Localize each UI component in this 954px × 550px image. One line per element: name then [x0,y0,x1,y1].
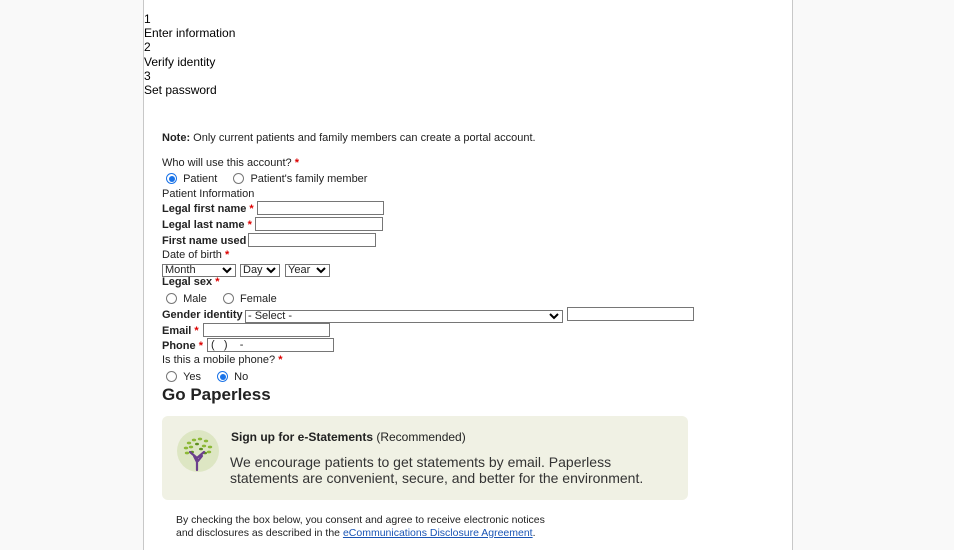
step-number: 1 [144,12,151,26]
gender-label-text: Gender identity [162,309,243,321]
step-label: Enter information [144,26,236,41]
sex-label: Legal sex * [162,276,219,288]
dob-label-text: Date of birth [162,249,222,261]
step-label: Verify identity [144,54,216,69]
chevron-down-icon [222,267,232,274]
required-marker: * [198,340,203,352]
radio-female[interactable] [222,293,234,304]
required-marker: * [247,219,252,231]
e-statements-title: Sign up for e-Statements (Recommended) [231,430,466,444]
first-name-input[interactable] [257,201,384,215]
name-used-input[interactable] [248,233,376,247]
required-marker: * [224,249,230,261]
who-label-text: Who will use this account? [162,157,292,169]
step-label: Set password [144,83,217,98]
ecommunications-agreement-link[interactable]: eCommunications Disclosure Agreement [343,527,533,539]
required-marker: * [278,354,283,366]
radio-patient[interactable] [166,173,177,184]
tree-icon [177,430,219,472]
radio-male[interactable] [166,293,177,304]
required-marker: * [215,276,220,288]
email-input[interactable] [203,323,330,337]
consent-line-2: and disclosures as described in the eCom… [176,527,545,540]
radio-mobile-yes-label[interactable]: Yes [183,371,201,383]
first-name-label: Legal first name * [162,203,254,215]
email-label-text: Email [162,325,192,337]
phone-label-text: Phone [162,340,196,352]
step-number: 2 [144,40,151,55]
sex-options: Male Female [166,293,277,305]
step-number: 3 [144,68,151,83]
who-options: Patient Patient's family member [166,173,367,185]
consent-line-2-prefix: and disclosures as described in the [176,527,343,539]
note-prefix: Note: [162,132,191,144]
last-name-input[interactable] [255,217,383,231]
gender-select[interactable]: - Select - [245,310,563,323]
who-label: Who will use this account? * [162,157,299,169]
radio-mobile-no-label[interactable]: No [234,371,248,383]
dob-month-value: Month [165,264,196,276]
consent-text: By checking the box below, you consent a… [176,514,545,540]
dob-year-select[interactable]: Year [285,264,330,277]
sex-label-text: Legal sex [162,276,213,288]
page-container: 1 Enter information 2 Verify identity 3 … [143,0,793,550]
chevron-down-icon [266,267,276,274]
note-body: Only current patients and family members… [190,132,536,144]
dob-year-value: Year [288,264,311,276]
chevron-down-icon [316,267,326,274]
note-text: Note: Only current patients and family m… [162,132,536,144]
radio-patient-label[interactable]: Patient [183,173,217,185]
gender-other-input[interactable] [567,307,694,321]
section-title: Patient Information [162,188,255,200]
chevron-down-icon [549,313,559,320]
mobile-label: Is this a mobile phone? * [162,354,282,366]
mobile-options: Yes No [166,371,248,383]
consent-line-2-suffix: . [532,527,536,539]
dob-day-select[interactable]: Day [240,264,280,277]
e-statements-body: We encourage patients to get statements … [230,454,644,486]
radio-family-member[interactable] [233,173,245,184]
radio-male-label[interactable]: Male [183,293,207,305]
required-marker: * [249,203,254,215]
phone-label: Phone * [162,340,203,352]
gender-selected-value: - Select - [248,310,293,322]
dob-day-value: Day [243,264,263,276]
radio-mobile-no[interactable] [217,371,229,382]
radio-family-member-label[interactable]: Patient's family member [250,173,367,185]
radio-mobile-yes[interactable] [166,371,177,382]
radio-female-label[interactable]: Female [240,293,277,305]
consent-line-1: By checking the box below, you consent a… [176,514,545,526]
required-marker: * [194,325,199,337]
phone-input[interactable]: ( ) - [207,338,334,352]
mobile-label-text: Is this a mobile phone? [162,354,276,366]
last-name-label-text: Legal last name [162,219,245,231]
progress-steps: 1 Enter information 2 Verify identity 3 … [144,12,235,97]
dob-label: Date of birth * [162,249,229,261]
name-used-label: First name used [162,235,246,247]
paperless-heading: Go Paperless [162,385,271,404]
e-statements-box: Sign up for e-Statements (Recommended) W… [162,416,688,500]
required-marker: * [294,157,299,169]
gender-label: Gender identity [162,309,243,321]
first-name-label-text: Legal first name [162,203,247,215]
last-name-label: Legal last name * [162,219,252,231]
email-label: Email * [162,325,199,337]
e-statements-title-rest: (Recommended) [373,430,466,444]
name-used-label-text: First name used [162,235,247,247]
e-statements-title-bold: Sign up for e-Statements [231,430,374,444]
